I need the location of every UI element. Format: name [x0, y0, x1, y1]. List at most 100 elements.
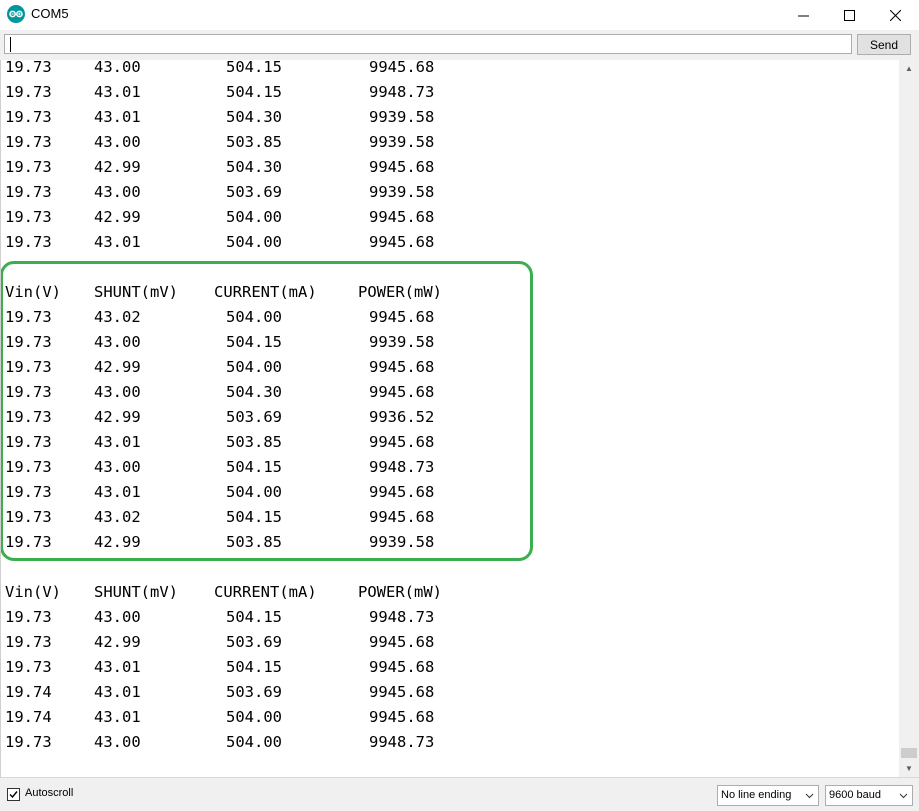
- value-current: 504.15: [226, 458, 282, 476]
- value-vin: 19.73: [5, 733, 52, 751]
- value-shunt: 42.99: [94, 358, 141, 376]
- data-row: 19.73 43.01 504.00 9945.68: [5, 483, 525, 508]
- value-power: 9939.58: [369, 333, 435, 351]
- value-power: 9945.68: [369, 383, 435, 401]
- close-button[interactable]: [872, 0, 918, 30]
- data-row: 19.74 43.01 503.69 9945.68: [5, 683, 525, 708]
- header-vin: Vin(V): [5, 583, 61, 601]
- value-shunt: 43.01: [94, 683, 141, 701]
- data-row: 19.74 43.01 504.00 9945.68: [5, 708, 525, 733]
- value-vin: 19.73: [5, 333, 52, 351]
- vertical-scrollbar[interactable]: ▲ ▼: [899, 60, 919, 777]
- value-current: 503.69: [226, 183, 282, 201]
- value-vin: 19.73: [5, 508, 52, 526]
- value-current: 504.15: [226, 333, 282, 351]
- value-current: 503.69: [226, 408, 282, 426]
- value-current: 504.00: [226, 483, 282, 501]
- value-power: 9936.52: [369, 408, 435, 426]
- chevron-down-icon: [899, 793, 908, 799]
- value-vin: 19.73: [5, 483, 52, 501]
- value-power: 9945.68: [369, 483, 435, 501]
- value-current: 504.15: [226, 608, 282, 626]
- data-row: 19.73 43.01 504.30 9939.58: [5, 108, 525, 133]
- maximize-icon: [843, 9, 855, 21]
- value-current: 504.00: [226, 308, 282, 326]
- scroll-up-arrow-icon[interactable]: ▲: [899, 60, 919, 77]
- value-shunt: 43.01: [94, 83, 141, 101]
- value-power: 9945.68: [369, 233, 435, 251]
- value-shunt: 43.01: [94, 108, 141, 126]
- value-vin: 19.73: [5, 383, 52, 401]
- value-vin: 19.73: [5, 83, 52, 101]
- value-current: 503.69: [226, 633, 282, 651]
- header-shunt: SHUNT(mV): [94, 583, 178, 601]
- value-power: 9945.68: [369, 658, 435, 676]
- value-vin: 19.73: [5, 633, 52, 651]
- autoscroll-checkbox[interactable]: [7, 788, 20, 801]
- value-power: 9945.68: [369, 308, 435, 326]
- value-power: 9948.73: [369, 733, 435, 751]
- value-vin: 19.73: [5, 433, 52, 451]
- scrollbar-thumb[interactable]: [901, 748, 917, 758]
- maximize-button[interactable]: [826, 0, 872, 30]
- value-vin: 19.73: [5, 208, 52, 226]
- scroll-down-arrow-icon[interactable]: ▼: [899, 760, 919, 777]
- value-current: 504.00: [226, 208, 282, 226]
- data-row: 19.73 42.99 503.69 9945.68: [5, 633, 525, 658]
- data-row: 19.73 43.01 504.15 9945.68: [5, 658, 525, 683]
- value-vin: 19.73: [5, 183, 52, 201]
- baud-rate-select[interactable]: 9600 baud: [825, 785, 913, 806]
- value-power: 9939.58: [369, 133, 435, 151]
- data-row: 19.73 43.02 504.00 9945.68: [5, 308, 525, 333]
- value-current: 503.85: [226, 533, 282, 551]
- send-button[interactable]: Send: [857, 34, 911, 55]
- data-row: 19.73 43.00 504.30 9945.68: [5, 383, 525, 408]
- value-shunt: 42.99: [94, 633, 141, 651]
- value-current: 504.30: [226, 158, 282, 176]
- value-shunt: 43.02: [94, 308, 141, 326]
- value-power: 9945.68: [369, 633, 435, 651]
- value-shunt: 42.99: [94, 158, 141, 176]
- header-power: POWER(mW): [358, 283, 442, 301]
- value-current: 504.15: [226, 60, 282, 76]
- value-current: 504.00: [226, 358, 282, 376]
- data-row: 19.73 43.00 504.15 9945.68: [5, 60, 525, 83]
- column-header-row: Vin(V) SHUNT(mV) CURRENT(mA) POWER(mW): [5, 583, 525, 608]
- value-current: 504.00: [226, 708, 282, 726]
- value-vin: 19.73: [5, 408, 52, 426]
- data-row: 19.73 43.00 504.15 9948.73: [5, 608, 525, 633]
- value-current: 504.00: [226, 233, 282, 251]
- value-current: 504.00: [226, 733, 282, 751]
- serial-output-area[interactable]: 19.73 43.00 504.15 9945.68 19.73 43.01 504.15 9…: [0, 60, 899, 777]
- value-shunt: 43.01: [94, 708, 141, 726]
- command-bar: Send: [0, 30, 919, 60]
- data-row: 19.73 43.00 503.85 9939.58: [5, 133, 525, 158]
- value-shunt: 43.00: [94, 458, 141, 476]
- line-ending-select[interactable]: No line ending: [717, 785, 819, 806]
- value-current: 504.15: [226, 83, 282, 101]
- minimize-icon: [797, 15, 809, 16]
- close-icon: [889, 9, 901, 21]
- serial-command-input[interactable]: [4, 34, 852, 54]
- value-power: 9945.68: [369, 158, 435, 176]
- value-power: 9948.73: [369, 608, 435, 626]
- text-caret: [10, 37, 11, 52]
- value-shunt: 43.01: [94, 483, 141, 501]
- value-power: 9945.68: [369, 508, 435, 526]
- value-shunt: 43.00: [94, 133, 141, 151]
- value-power: 9939.58: [369, 183, 435, 201]
- header-shunt: SHUNT(mV): [94, 283, 178, 301]
- data-row: 19.73 42.99 503.69 9936.52: [5, 408, 525, 433]
- value-shunt: 43.01: [94, 433, 141, 451]
- value-power: 9948.73: [369, 83, 435, 101]
- value-power: 9945.68: [369, 433, 435, 451]
- value-shunt: 43.00: [94, 183, 141, 201]
- value-vin: 19.74: [5, 708, 52, 726]
- minimize-button[interactable]: [780, 0, 826, 30]
- chevron-down-icon: [805, 793, 814, 799]
- data-row: 19.73 43.00 504.15 9939.58: [5, 333, 525, 358]
- value-shunt: 42.99: [94, 408, 141, 426]
- data-row: 19.73 43.02 504.15 9945.68: [5, 508, 525, 533]
- value-current: 503.85: [226, 433, 282, 451]
- value-vin: 19.73: [5, 658, 52, 676]
